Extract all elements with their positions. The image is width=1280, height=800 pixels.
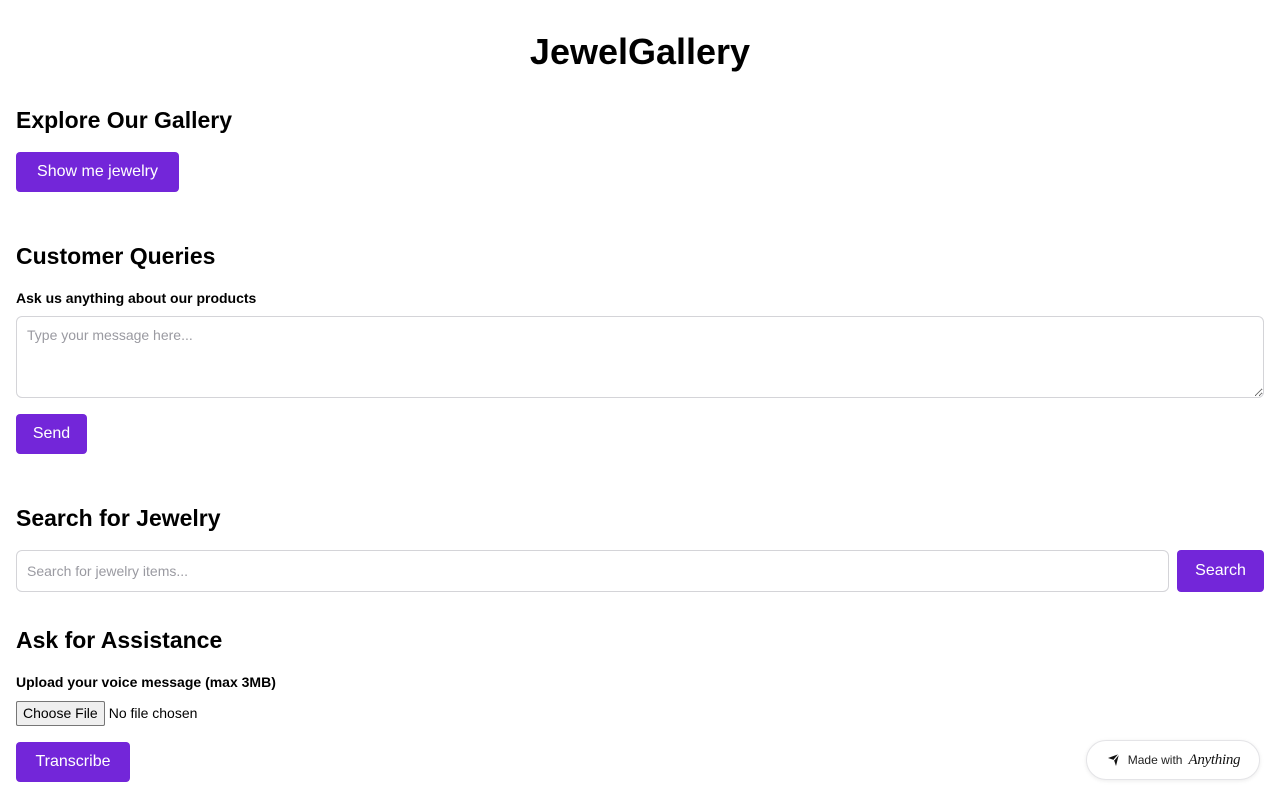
query-message-textarea[interactable] (16, 316, 1264, 398)
made-with-brand: Anything (1188, 751, 1241, 768)
choose-file-button[interactable]: Choose File (16, 700, 105, 726)
search-button[interactable]: Search (1177, 550, 1264, 592)
voice-upload-label: Upload your voice message (max 3MB) (16, 674, 276, 690)
file-input[interactable]: Choose File No file chosen (16, 700, 197, 726)
made-with-prefix: Made with (1127, 753, 1183, 767)
transcribe-button[interactable]: Transcribe (16, 742, 130, 782)
send-button[interactable]: Send (16, 414, 87, 454)
query-field-label: Ask us anything about our products (16, 290, 257, 306)
file-status-text: No file chosen (108, 705, 198, 721)
search-input[interactable] (16, 550, 1169, 592)
site-title: JewelGallery (529, 31, 751, 72)
assistance-section-title: Ask for Assistance (16, 627, 223, 653)
anything-logo-icon (1106, 752, 1122, 768)
search-section-title: Search for Jewelry (16, 505, 221, 531)
page: JewelGallery Explore Our Gallery Show me… (0, 0, 1280, 800)
queries-section-title: Customer Queries (16, 243, 216, 269)
gallery-section-title: Explore Our Gallery (16, 107, 233, 133)
show-jewelry-button[interactable]: Show me jewelry (16, 152, 179, 192)
made-with-badge[interactable]: Made with Anything (1086, 740, 1260, 780)
